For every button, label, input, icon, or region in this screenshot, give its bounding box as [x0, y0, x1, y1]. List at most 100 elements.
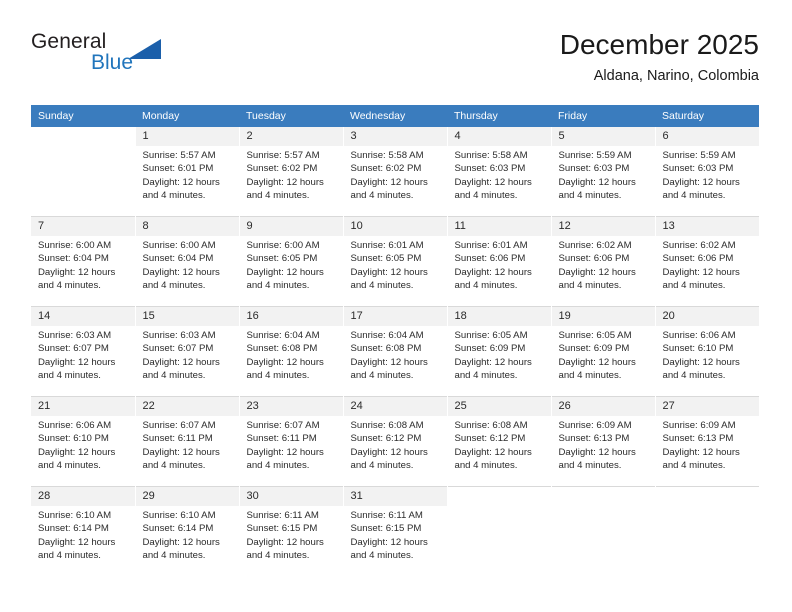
sunset-text: Sunset: 6:04 PM [142, 253, 214, 265]
calendar-day-cell[interactable]: 13 Sunrise: 6:02 AM Sunset: 6:06 PM Dayligh… [655, 216, 760, 307]
daylight-text-line2: and 4 minutes. [350, 549, 414, 561]
day-number: 7 [31, 217, 135, 236]
sunrise-text: Sunrise: 5:57 AM [246, 150, 320, 161]
daylight-text-line2: and 4 minutes. [662, 279, 726, 291]
day-number: 1 [135, 127, 239, 146]
day-number: 25 [447, 397, 551, 416]
calendar-day-cell[interactable]: 26 Sunrise: 6:09 AM Sunset: 6:13 PM Dayligh… [551, 396, 656, 487]
daylight-text-line1: Daylight: 12 hours [246, 446, 324, 458]
day-cell-content: 3 Sunrise: 5:58 AM Sunset: 6:02 PM Daylight… [343, 127, 447, 216]
sunrise-text: Sunrise: 6:11 AM [246, 510, 319, 521]
calendar-day-cell[interactable]: 29 Sunrise: 6:10 AM Sunset: 6:14 PM Dayligh… [135, 486, 240, 576]
calendar-day-cell[interactable]: 9 Sunrise: 6:00 AM Sunset: 6:05 PM Daylight… [239, 216, 344, 307]
day-number: 18 [447, 307, 551, 326]
general-blue-logo[interactable]: General Blue [31, 30, 231, 86]
day-cell-content: 12 Sunrise: 6:02 AM Sunset: 6:06 PM Dayligh… [551, 217, 655, 306]
day-number: 19 [551, 307, 655, 326]
calendar-day-cell[interactable]: 30 Sunrise: 6:11 AM Sunset: 6:15 PM Dayligh… [239, 486, 344, 576]
daylight-text-line1: Daylight: 12 hours [38, 446, 116, 458]
daylight-text-line1: Daylight: 12 hours [142, 266, 220, 278]
daylight-text-line2: and 4 minutes. [454, 279, 518, 291]
sunrise-text: Sunrise: 6:06 AM [662, 330, 736, 341]
calendar-day-cell[interactable]: 31 Sunrise: 6:11 AM Sunset: 6:15 PM Dayligh… [343, 486, 448, 576]
calendar-day-cell[interactable]: 6 Sunrise: 5:59 AM Sunset: 6:03 PM Daylight… [655, 127, 759, 217]
calendar-day-cell[interactable]: 5 Sunrise: 5:59 AM Sunset: 6:03 PM Daylight… [551, 127, 656, 217]
calendar-day-cell[interactable]: 4 Sunrise: 5:58 AM Sunset: 6:03 PM Daylight… [447, 127, 552, 217]
sunset-text: Sunset: 6:07 PM [38, 343, 109, 355]
day-number: 12 [551, 217, 655, 236]
weekday-header-sunday: Sunday [31, 105, 135, 127]
day-sun-info: Sunrise: 6:09 AM Sunset: 6:13 PM Daylight:… [656, 416, 760, 472]
daylight-text-line2: and 4 minutes. [350, 459, 414, 471]
calendar-day-cell[interactable]: 19 Sunrise: 6:05 AM Sunset: 6:09 PM Dayligh… [551, 306, 656, 397]
calendar-day-cell[interactable]: 10 Sunrise: 6:01 AM Sunset: 6:05 PM Dayligh… [343, 216, 448, 307]
calendar-day-cell[interactable]: 3 Sunrise: 5:58 AM Sunset: 6:02 PM Daylight… [343, 127, 448, 217]
weekday-header-thursday: Thursday [447, 105, 551, 127]
calendar-day-cell[interactable]: 23 Sunrise: 6:07 AM Sunset: 6:11 PM Dayligh… [239, 396, 344, 487]
page-header: General Blue December 2025 Aldana, Narin… [31, 28, 759, 98]
calendar-day-cell[interactable]: 1 Sunrise: 5:57 AM Sunset: 6:01 PM Daylight… [135, 127, 240, 217]
day-sun-info: Sunrise: 6:00 AM Sunset: 6:04 PM Daylight:… [136, 236, 239, 292]
day-cell-content: 24 Sunrise: 6:08 AM Sunset: 6:12 PM Dayligh… [343, 397, 447, 486]
day-cell-content: 29 Sunrise: 6:10 AM Sunset: 6:14 PM Dayligh… [135, 487, 239, 576]
day-cell-content: 19 Sunrise: 6:05 AM Sunset: 6:09 PM Dayligh… [551, 307, 655, 396]
day-sun-info: Sunrise: 6:02 AM Sunset: 6:06 PM Daylight:… [656, 236, 760, 292]
brand-name-blue: Blue [91, 51, 134, 74]
daylight-text-line1: Daylight: 12 hours [662, 446, 740, 458]
sunset-text: Sunset: 6:12 PM [454, 433, 526, 445]
day-sun-info: Sunrise: 6:03 AM Sunset: 6:07 PM Daylight:… [31, 326, 135, 382]
sunset-text: Sunset: 6:08 PM [246, 343, 318, 355]
sunrise-text: Sunrise: 5:59 AM [558, 150, 632, 161]
daylight-text-line2: and 4 minutes. [454, 369, 518, 381]
calendar-week-row: 14 Sunrise: 6:03 AM Sunset: 6:07 PM Dayligh… [31, 306, 759, 397]
calendar-body: 1 Sunrise: 5:57 AM Sunset: 6:01 PM Daylight… [31, 127, 759, 576]
day-cell-content: 6 Sunrise: 5:59 AM Sunset: 6:03 PM Daylight… [655, 127, 759, 216]
calendar-day-cell [551, 486, 656, 576]
calendar-day-cell[interactable]: 27 Sunrise: 6:09 AM Sunset: 6:13 PM Dayligh… [655, 396, 760, 487]
day-cell-content: 23 Sunrise: 6:07 AM Sunset: 6:11 PM Dayligh… [239, 397, 343, 486]
calendar-day-cell[interactable]: 8 Sunrise: 6:00 AM Sunset: 6:04 PM Daylight… [135, 216, 240, 307]
daylight-text-line2: and 4 minutes. [350, 189, 414, 201]
calendar-day-cell[interactable]: 12 Sunrise: 6:02 AM Sunset: 6:06 PM Dayligh… [551, 216, 656, 307]
calendar-day-cell[interactable]: 25 Sunrise: 6:08 AM Sunset: 6:12 PM Dayligh… [447, 396, 552, 487]
day-cell-empty [31, 127, 135, 216]
calendar-day-cell[interactable]: 28 Sunrise: 6:10 AM Sunset: 6:14 PM Dayligh… [31, 486, 136, 576]
calendar-day-cell[interactable]: 21 Sunrise: 6:06 AM Sunset: 6:10 PM Dayligh… [31, 396, 136, 487]
sunset-text: Sunset: 6:10 PM [38, 433, 109, 445]
daylight-text-line2: and 4 minutes. [142, 279, 206, 291]
day-sun-info: Sunrise: 6:05 AM Sunset: 6:09 PM Daylight:… [448, 326, 551, 382]
calendar-day-cell[interactable]: 11 Sunrise: 6:01 AM Sunset: 6:06 PM Dayligh… [447, 216, 552, 307]
calendar-day-cell[interactable]: 2 Sunrise: 5:57 AM Sunset: 6:02 PM Daylight… [239, 127, 344, 217]
sunset-text: Sunset: 6:06 PM [662, 253, 734, 265]
day-sun-info: Sunrise: 6:04 AM Sunset: 6:08 PM Daylight:… [344, 326, 447, 382]
calendar-day-cell[interactable]: 14 Sunrise: 6:03 AM Sunset: 6:07 PM Dayligh… [31, 306, 136, 397]
day-sun-info: Sunrise: 6:00 AM Sunset: 6:05 PM Daylight:… [240, 236, 343, 292]
calendar-day-cell[interactable]: 16 Sunrise: 6:04 AM Sunset: 6:08 PM Dayligh… [239, 306, 344, 397]
calendar-day-cell[interactable]: 18 Sunrise: 6:05 AM Sunset: 6:09 PM Dayligh… [447, 306, 552, 397]
calendar-day-cell[interactable]: 20 Sunrise: 6:06 AM Sunset: 6:10 PM Dayligh… [655, 306, 759, 397]
daylight-text-line2: and 4 minutes. [350, 369, 414, 381]
day-sun-info: Sunrise: 5:57 AM Sunset: 6:01 PM Daylight:… [136, 146, 239, 202]
day-cell-empty [448, 487, 551, 576]
daylight-text-line1: Daylight: 12 hours [662, 176, 740, 188]
calendar-day-cell[interactable]: 22 Sunrise: 6:07 AM Sunset: 6:11 PM Dayligh… [135, 396, 240, 487]
daylight-text-line1: Daylight: 12 hours [142, 536, 220, 548]
sunrise-text: Sunrise: 6:03 AM [142, 330, 216, 341]
sunrise-text: Sunrise: 6:08 AM [350, 420, 424, 431]
weekday-header-saturday: Saturday [655, 105, 759, 127]
daylight-text-line1: Daylight: 12 hours [142, 176, 220, 188]
day-sun-info: Sunrise: 6:03 AM Sunset: 6:07 PM Daylight:… [136, 326, 239, 382]
calendar-day-cell[interactable]: 15 Sunrise: 6:03 AM Sunset: 6:07 PM Dayligh… [135, 306, 240, 397]
day-cell-content: 8 Sunrise: 6:00 AM Sunset: 6:04 PM Daylight… [135, 217, 239, 306]
day-cell-content: 25 Sunrise: 6:08 AM Sunset: 6:12 PM Dayligh… [447, 397, 551, 486]
day-number: 28 [31, 487, 135, 506]
day-cell-content: 15 Sunrise: 6:03 AM Sunset: 6:07 PM Dayligh… [135, 307, 239, 396]
sunrise-text: Sunrise: 6:05 AM [558, 330, 632, 341]
calendar-day-cell[interactable]: 7 Sunrise: 6:00 AM Sunset: 6:04 PM Daylight… [31, 216, 136, 307]
calendar-day-cell[interactable]: 24 Sunrise: 6:08 AM Sunset: 6:12 PM Dayligh… [343, 396, 448, 487]
day-number: 23 [239, 397, 343, 416]
sunrise-text: Sunrise: 6:07 AM [246, 420, 320, 431]
daylight-text-line2: and 4 minutes. [454, 189, 518, 201]
calendar-day-cell[interactable]: 17 Sunrise: 6:04 AM Sunset: 6:08 PM Dayligh… [343, 306, 448, 397]
sunrise-text: Sunrise: 6:01 AM [350, 240, 424, 251]
